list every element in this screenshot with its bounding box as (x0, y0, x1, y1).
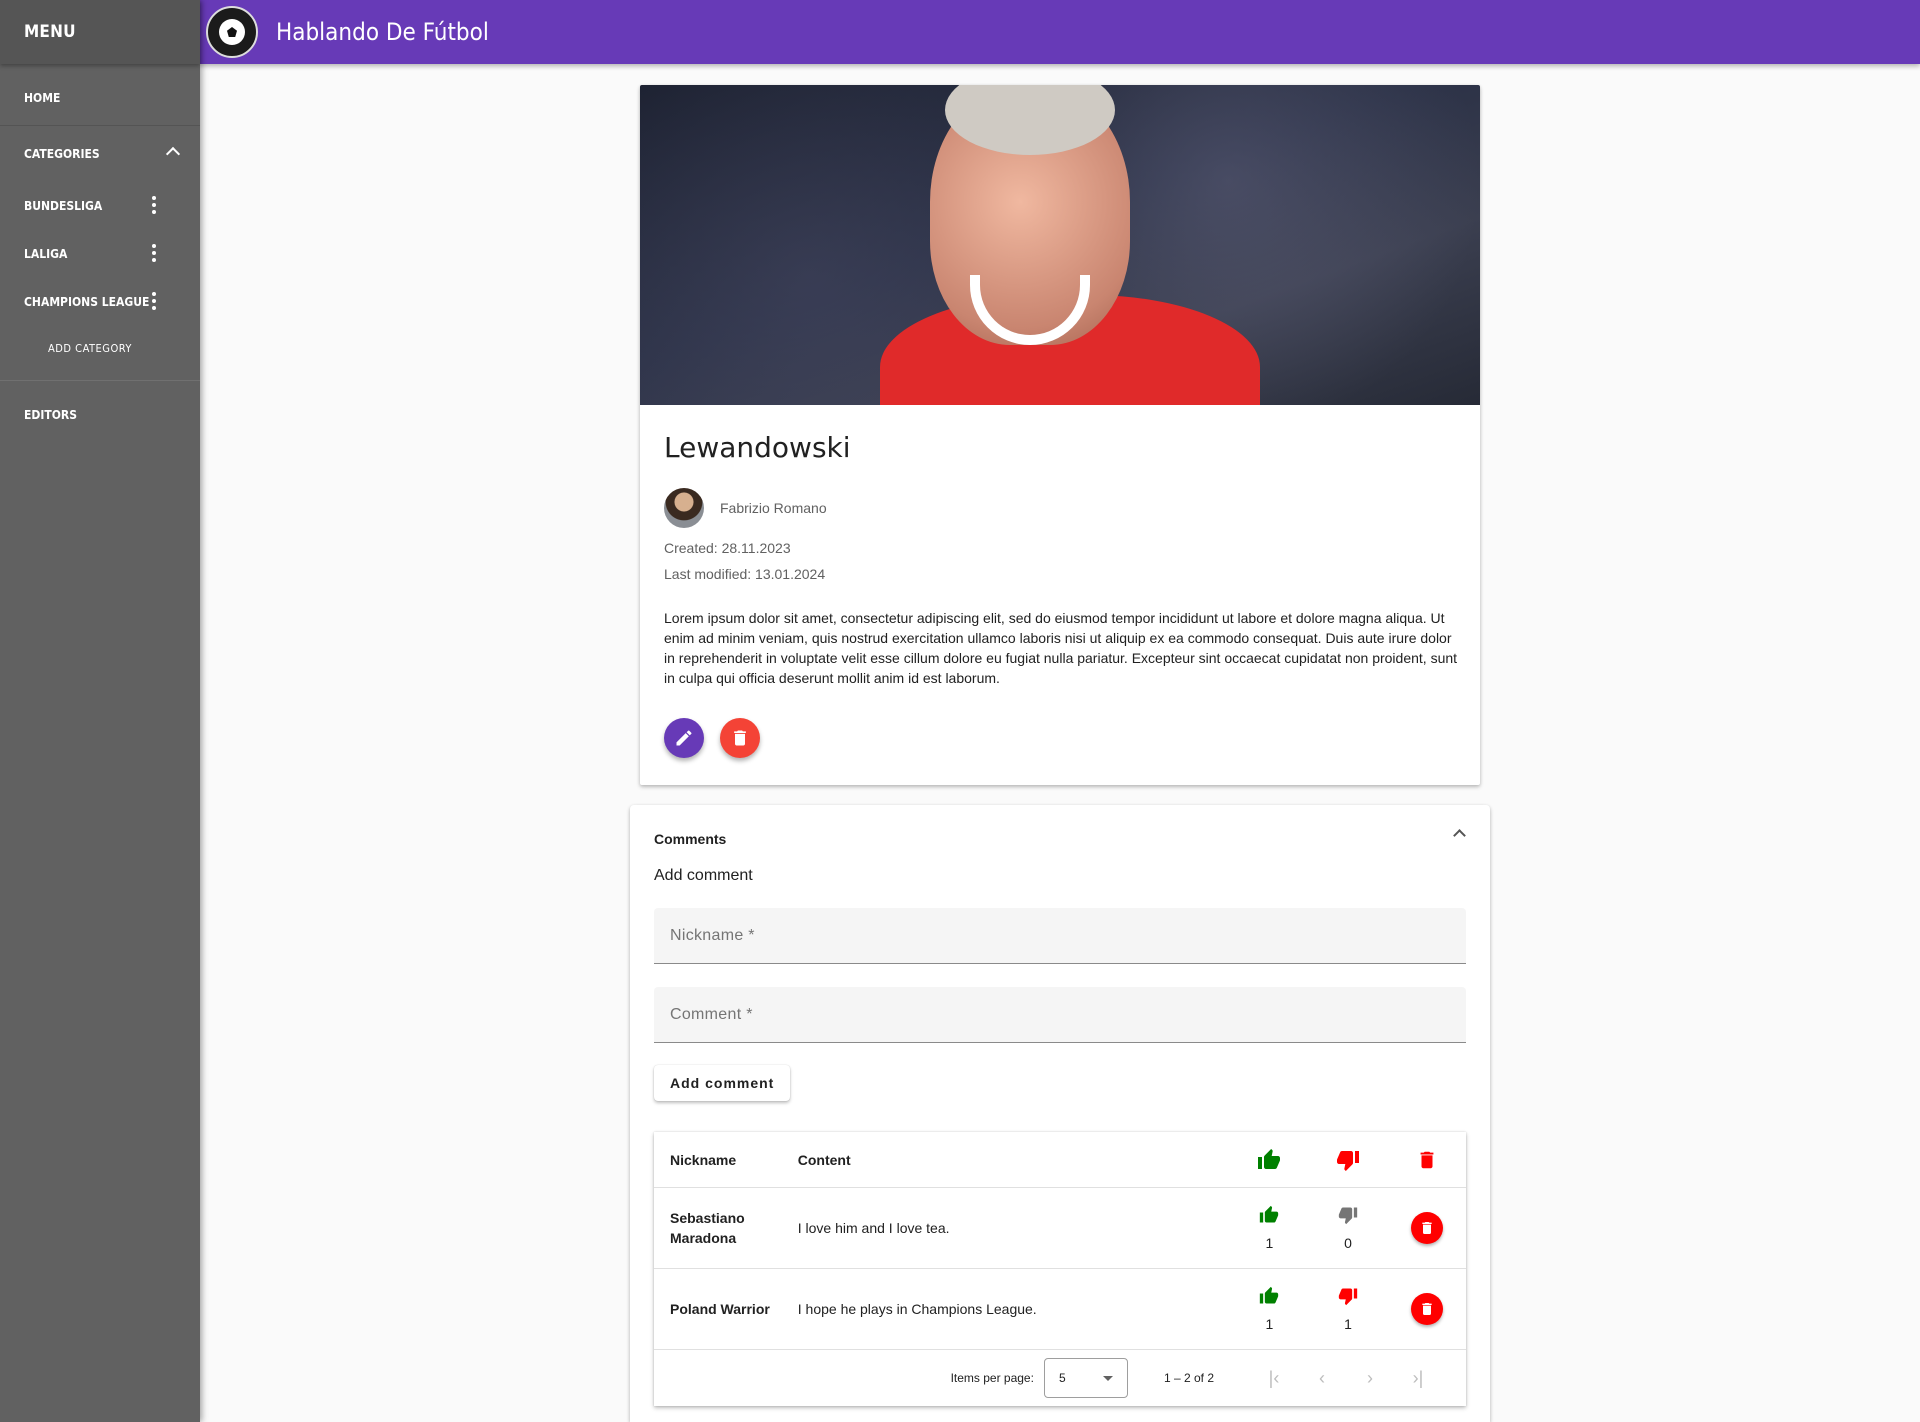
delete-cell (1387, 1293, 1466, 1325)
column-header-nickname: Nickname (670, 1151, 737, 1168)
sidebar-item-editors[interactable]: EDITORS (0, 391, 200, 439)
sidebar-item-home[interactable]: HOME (0, 70, 200, 126)
more-vert-icon[interactable] (152, 196, 156, 214)
comment-nickname: Sebastiano Maradona (670, 1210, 745, 1246)
like-count: 1 (1265, 1235, 1274, 1251)
column-header-likes (1230, 1148, 1309, 1172)
sidebar-item-label: HOME (24, 90, 61, 105)
nickname-input[interactable] (670, 926, 1450, 945)
sidebar-item-bundesliga[interactable]: BUNDESLIGA (0, 182, 200, 230)
app-logo[interactable] (206, 6, 258, 58)
author-avatar (664, 488, 704, 528)
chevron-right-icon: › (1367, 1367, 1373, 1388)
comments-panel: Comments Add comment Add comment Nicknam… (630, 805, 1490, 1422)
page-range: 1 – 2 of 2 (1163, 1371, 1214, 1385)
article-image (640, 85, 1480, 405)
menu-title: MENU (0, 0, 200, 64)
article-card: Lewandowski Fabrizio Romano Created: 28.… (640, 85, 1480, 785)
delete-comment-button[interactable] (1410, 1293, 1443, 1325)
dislike-count: 1 (1344, 1316, 1352, 1332)
comment-content: I love him and I love tea. (797, 1220, 950, 1236)
column-header-dislikes (1309, 1148, 1388, 1172)
dislike-cell: 0 (1309, 1205, 1388, 1251)
trash-icon (734, 730, 746, 746)
next-page-button[interactable]: › (1346, 1358, 1394, 1398)
items-per-page-value: 5 (1058, 1371, 1066, 1385)
modified-date: Last modified: 13.01.2024 (664, 566, 826, 582)
sidebar-item-label: LALIGA (24, 247, 68, 261)
edit-article-button[interactable] (664, 718, 704, 758)
article-title: Lewandowski (664, 431, 851, 464)
thumb-up-icon[interactable] (1259, 1205, 1279, 1225)
dislike-count: 0 (1344, 1235, 1352, 1251)
dislike-cell: 1 (1309, 1286, 1388, 1332)
trash-icon (1422, 1303, 1432, 1315)
comments-title: Comments (654, 831, 727, 847)
more-vert-icon[interactable] (152, 292, 156, 310)
chevron-up-icon (1453, 829, 1466, 842)
sidebar-item-label: BUNDESLIGA (24, 199, 103, 213)
author-name: Fabrizio Romano (720, 500, 827, 516)
delete-comment-button[interactable] (1410, 1212, 1443, 1244)
sidebar-item-label: CHAMPIONS LEAGUE (24, 295, 150, 309)
soccer-ball-icon (219, 19, 245, 45)
thumb-down-icon[interactable] (1338, 1205, 1358, 1225)
nickname-field[interactable] (654, 908, 1466, 964)
thumb-down-icon (1337, 1150, 1360, 1171)
app-toolbar: Hablando De Fútbol (200, 0, 1920, 64)
thumb-up-icon (1258, 1148, 1281, 1169)
chevron-up-icon (165, 146, 181, 162)
add-category-button[interactable]: ADD CATEGORY (0, 326, 200, 370)
sidebar-item-label: EDITORS (24, 408, 77, 422)
add-comment-heading: Add comment (654, 867, 753, 884)
table-row: Sebastiano Maradona I love him and I lov… (654, 1188, 1466, 1269)
trash-icon (1422, 1222, 1432, 1234)
previous-page-button[interactable]: ‹ (1298, 1358, 1346, 1398)
column-header-content: Content (797, 1151, 851, 1168)
author-row: Fabrizio Romano (664, 488, 1456, 528)
table-row: Poland Warrior I hope he plays in Champi… (654, 1269, 1466, 1350)
items-per-page-label: Items per page: (950, 1371, 1034, 1385)
dropdown-caret-icon (1102, 1375, 1113, 1381)
comment-input[interactable] (670, 1005, 1450, 1024)
comments-panel-header[interactable]: Comments (630, 805, 1490, 869)
add-category-label: ADD CATEGORY (48, 341, 132, 355)
sidebar-item-label: CATEGORIES (24, 147, 100, 161)
chevron-left-icon: ‹ (1319, 1367, 1325, 1388)
first-page-button[interactable]: |‹ (1250, 1358, 1298, 1398)
first-page-icon: |‹ (1268, 1367, 1280, 1388)
last-page-button[interactable]: ›| (1394, 1358, 1442, 1398)
like-cell: 1 (1230, 1205, 1309, 1251)
created-date: Created: 28.11.2023 (664, 540, 791, 556)
like-count: 1 (1265, 1316, 1274, 1332)
sidebar: MENU HOME CATEGORIES BUNDESLIGA LALIGA C… (0, 0, 200, 1422)
thumb-down-icon[interactable] (1338, 1286, 1358, 1306)
article-content: Lorem ipsum dolor sit amet, consectetur … (664, 610, 1458, 686)
paginator: Items per page: 5 1 – 2 of 2 |‹ ‹ › ›| (654, 1350, 1466, 1406)
comment-content: I hope he plays in Champions League. (797, 1301, 1037, 1317)
thumb-up-icon[interactable] (1259, 1286, 1279, 1306)
more-vert-icon[interactable] (152, 244, 156, 262)
comment-field[interactable] (654, 987, 1466, 1043)
comment-nickname: Poland Warrior (670, 1301, 770, 1317)
pencil-icon (676, 730, 692, 746)
delete-cell (1387, 1212, 1466, 1244)
sidebar-divider (0, 380, 200, 381)
last-page-icon: ›| (1412, 1367, 1424, 1388)
comments-table: Nickname Content Sebastiano Maradona I l… (654, 1132, 1466, 1406)
app-title: Hablando De Fútbol (276, 18, 489, 46)
sidebar-item-categories[interactable]: CATEGORIES (0, 126, 200, 182)
add-comment-button[interactable]: Add comment (654, 1065, 791, 1101)
items-per-page-select[interactable]: 5 (1043, 1358, 1128, 1398)
table-header-row: Nickname Content (654, 1132, 1466, 1188)
column-header-delete (1387, 1149, 1466, 1171)
sidebar-item-champions-league[interactable]: CHAMPIONS LEAGUE (0, 278, 200, 326)
sidebar-item-laliga[interactable]: LALIGA (0, 230, 200, 278)
like-cell: 1 (1230, 1286, 1309, 1332)
delete-article-button[interactable] (720, 718, 760, 758)
trash-icon (1420, 1151, 1434, 1168)
